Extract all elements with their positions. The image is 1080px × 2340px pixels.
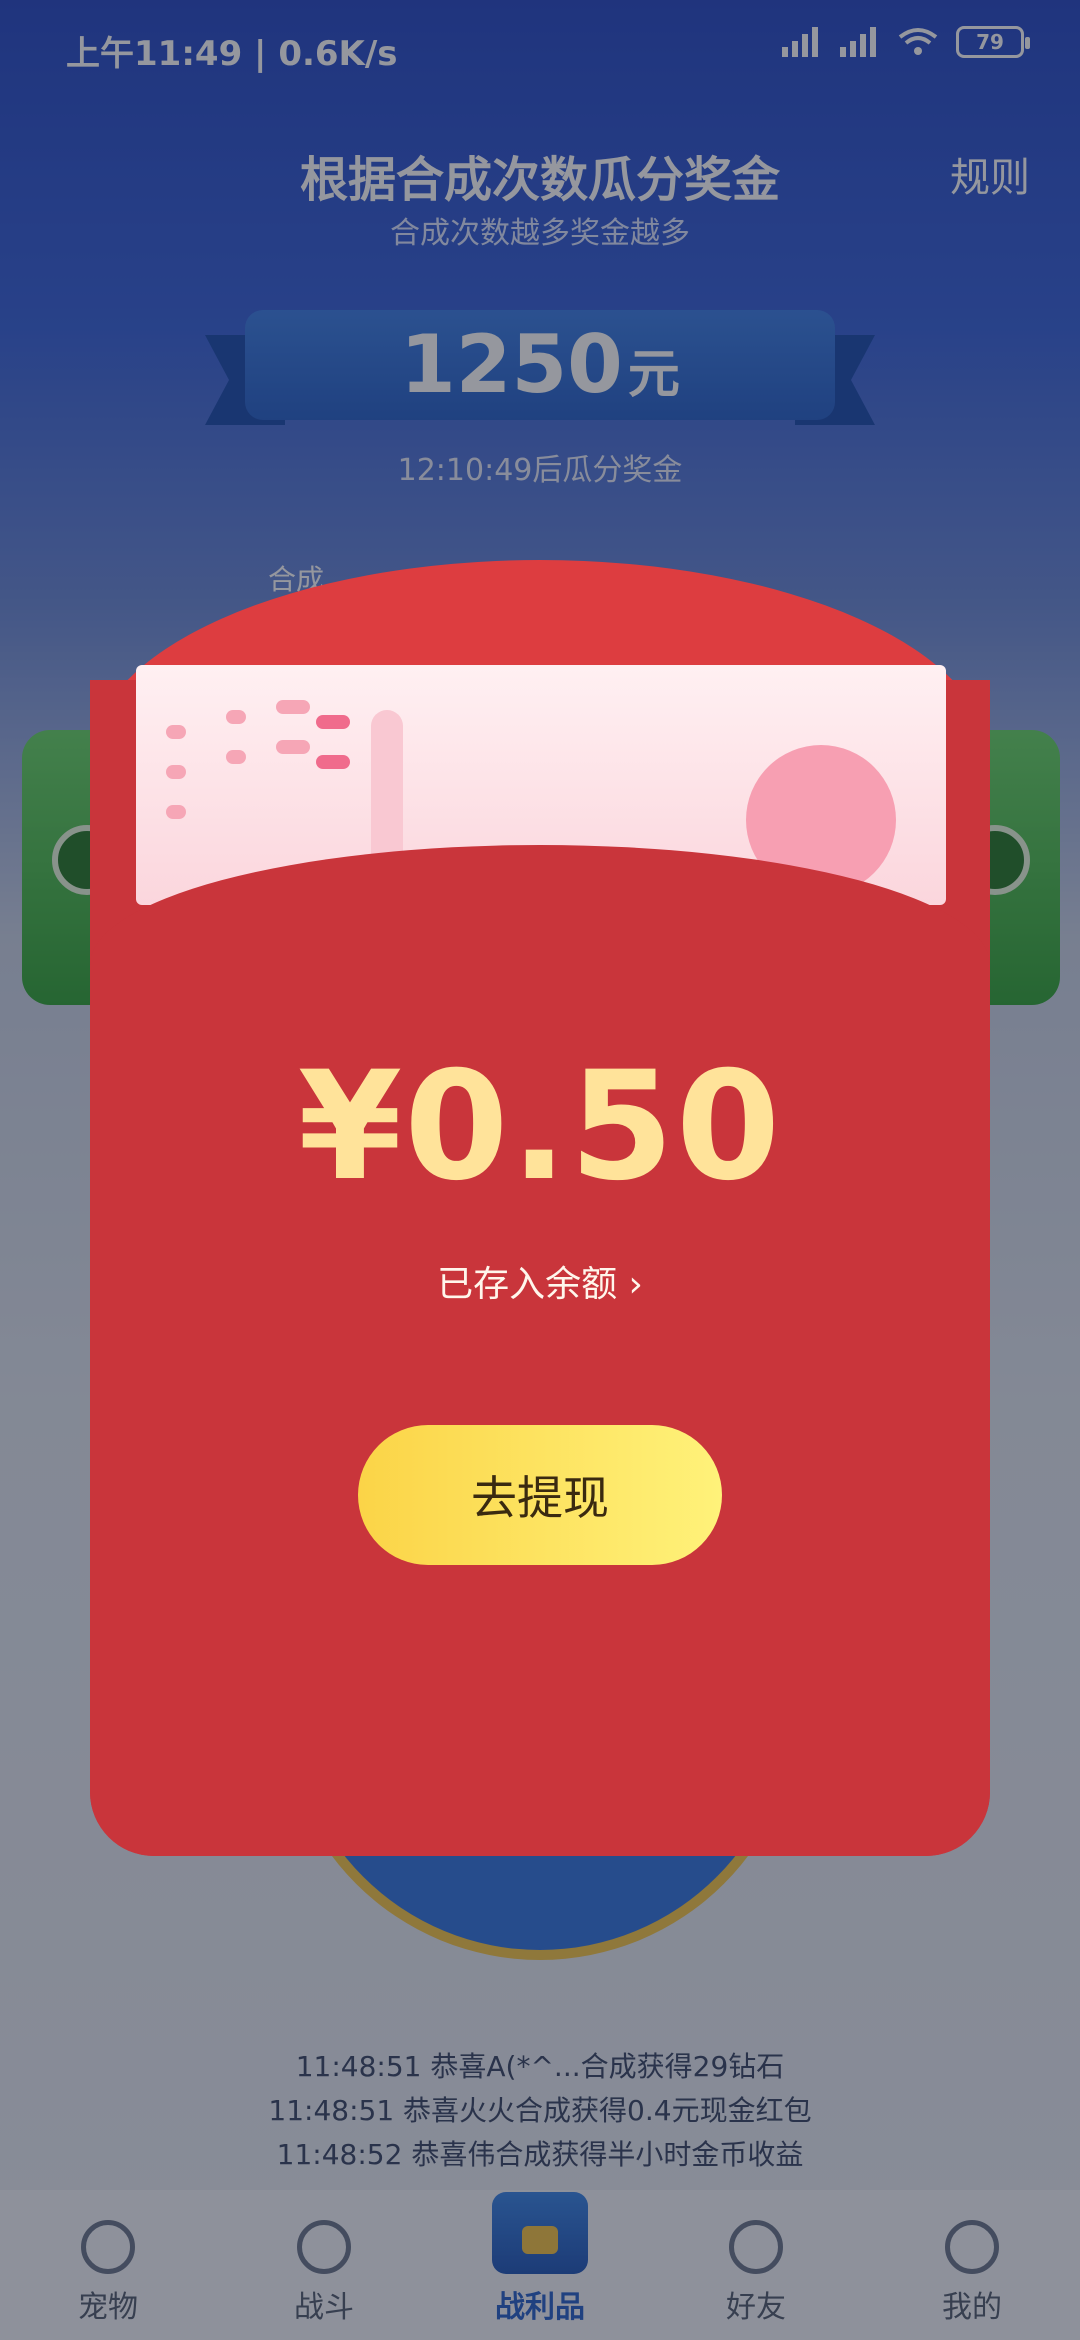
bill-dash bbox=[166, 725, 186, 739]
bill-dash bbox=[226, 750, 246, 764]
bill-dash bbox=[166, 805, 186, 819]
withdraw-button[interactable]: 去提现 bbox=[358, 1425, 722, 1565]
envelope-pocket bbox=[90, 845, 990, 1856]
bill-dash bbox=[276, 740, 310, 754]
saved-to-balance-link[interactable]: 已存入余额 › bbox=[90, 1255, 990, 1307]
bill-dash bbox=[316, 755, 350, 769]
bill-dash bbox=[276, 700, 310, 714]
bill-dash bbox=[166, 765, 186, 779]
reward-amount: ¥0.50 bbox=[297, 1040, 783, 1214]
bill-dash bbox=[226, 710, 246, 724]
bill-dash bbox=[316, 715, 350, 729]
red-envelope-modal: ¥0.50 已存入余额 › 去提现 bbox=[90, 560, 990, 1856]
